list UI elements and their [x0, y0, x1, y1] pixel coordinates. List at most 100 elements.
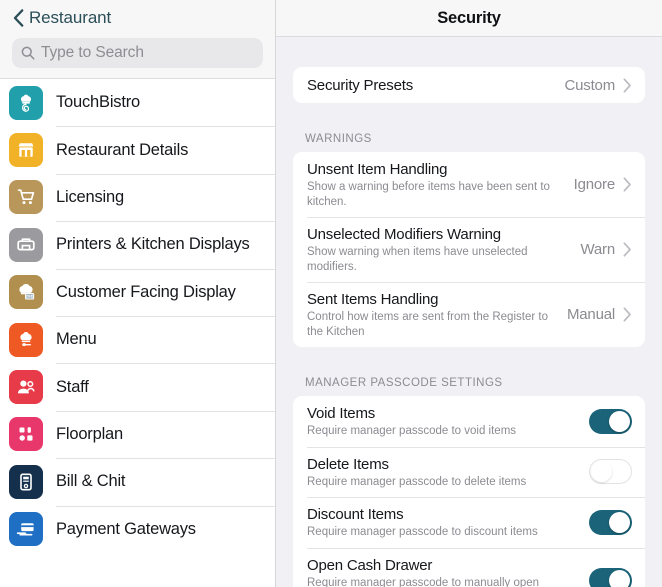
row-text: Unselected Modifiers Warning Show warnin… — [307, 217, 581, 282]
detail-pane: Security Security Presets Custom WARNING… — [276, 0, 662, 587]
sidebar-item-label: Menu — [56, 330, 97, 349]
sidebar-item-bill-chit[interactable]: Bill & Chit — [0, 458, 275, 506]
row-title: Unselected Modifiers Warning — [307, 226, 501, 243]
back-button-label: Restaurant — [29, 8, 112, 27]
sidebar-item-label: Licensing — [56, 187, 124, 206]
row-accessory: Ignore — [574, 176, 632, 193]
detail-header: Security — [276, 0, 662, 37]
toggle-delete-items[interactable] — [589, 459, 632, 485]
floorplan-tables-icon — [9, 417, 43, 452]
search-placeholder: Type to Search — [41, 44, 144, 61]
row-value: Ignore — [573, 176, 616, 193]
toggle-discount-items[interactable] — [589, 509, 632, 535]
sidebar: Restaurant Type to Search TouchBistro Re… — [0, 0, 276, 587]
sidebar-item-menu[interactable]: Menu — [0, 315, 275, 364]
sidebar-list: TouchBistro Restaurant Details Licensing… — [0, 79, 275, 587]
row-subtitle: Require manager passcode to void items — [307, 425, 517, 437]
row-delete-items[interactable]: Delete Items Require manager passcode to… — [293, 446, 645, 498]
sidebar-item-label: Payment Gateways — [56, 519, 196, 538]
row-title: Unsent Item Handling — [307, 161, 448, 178]
toggle-knob — [591, 461, 612, 483]
row-accessory — [589, 567, 632, 587]
sidebar-item-label: Customer Facing Display — [56, 282, 236, 301]
row-accessory: Manual — [567, 306, 632, 323]
sidebar-item-label: Restaurant Details — [56, 140, 189, 159]
search-icon — [21, 46, 35, 60]
search-bar[interactable]: Type to Search — [0, 36, 275, 68]
row-open-cash-drawer[interactable]: Open Cash Drawer Require manager passcod… — [293, 547, 645, 587]
toggle-knob — [609, 511, 630, 533]
row-title: Discount Items — [307, 506, 404, 523]
warnings-card: Unsent Item Handling Show a warning befo… — [293, 152, 645, 347]
svg-text:CFD: CFD — [26, 294, 34, 299]
row-unsent-item-handling[interactable]: Unsent Item Handling Show a warning befo… — [293, 152, 645, 217]
row-subtitle: Require manager passcode to manually ope… — [307, 576, 540, 587]
row-subtitle: Show a warning before items have been se… — [307, 181, 550, 208]
sidebar-item-licensing[interactable]: Licensing — [0, 173, 275, 222]
toggle-knob — [609, 410, 630, 432]
row-title: Delete Items — [307, 455, 389, 473]
row-title: Sent Items Handling — [307, 291, 439, 308]
row-security-presets[interactable]: Security Presets Custom — [293, 67, 645, 103]
row-accessory — [589, 509, 632, 535]
row-void-items[interactable]: Void Items Require manager passcode to v… — [293, 396, 645, 447]
chevron-right-icon — [623, 242, 631, 257]
sidebar-item-label: Printers & Kitchen Displays — [56, 235, 250, 254]
sidebar-item-printers-kitchen-displays[interactable]: Printers & Kitchen Displays — [0, 221, 275, 269]
row-subtitle: Require manager passcode to discount ite… — [307, 526, 538, 538]
chevron-right-icon — [623, 77, 631, 93]
sidebar-item-label: Bill & Chit — [56, 472, 126, 491]
row-text: Open Cash Drawer Require manager passcod… — [307, 548, 589, 587]
sidebar-item-label: TouchBistro — [56, 93, 141, 112]
toggle-open-cash-drawer[interactable] — [589, 567, 632, 587]
chef-hat-spoon-icon — [9, 322, 43, 357]
toggle-void-items[interactable] — [589, 408, 632, 434]
sidebar-item-label: Floorplan — [56, 424, 123, 443]
row-text: Discount Items Require manager passcode … — [307, 497, 589, 548]
sidebar-item-touchbistro[interactable]: TouchBistro — [0, 79, 275, 127]
row-text: Security Presets — [307, 68, 565, 103]
row-accessory: Custom — [565, 77, 632, 94]
row-sent-items-handling[interactable]: Sent Items Handling Control how items ar… — [293, 282, 645, 347]
row-text: Sent Items Handling Control how items ar… — [307, 282, 567, 347]
row-unselected-modifiers-warning[interactable]: Unselected Modifiers Warning Show warnin… — [293, 217, 645, 282]
sidebar-item-floorplan[interactable]: Floorplan — [0, 410, 275, 459]
sidebar-item-payment-gateways[interactable]: Payment Gateways — [0, 505, 275, 553]
row-subtitle: Control how items are sent from the Regi… — [307, 311, 548, 338]
chef-hat-cfd-icon: CFD — [9, 275, 43, 310]
credit-card-hand-icon — [9, 512, 43, 547]
chevron-right-icon — [623, 177, 631, 192]
sidebar-item-label: Staff — [56, 377, 89, 396]
row-title: Void Items — [307, 405, 376, 422]
section-header-warnings: WARNINGS — [305, 133, 372, 145]
row-accessory — [589, 408, 632, 434]
detail-content: Security Presets Custom WARNINGS Unsent … — [276, 37, 662, 587]
row-text: Unsent Item Handling Show a warning befo… — [307, 152, 574, 217]
back-button[interactable]: Restaurant — [0, 0, 275, 36]
chevron-right-icon — [623, 307, 631, 322]
sidebar-item-customer-facing-display[interactable]: CFD Customer Facing Display — [0, 268, 275, 316]
shopping-cart-icon — [9, 180, 43, 215]
row-text: Delete Items Require manager passcode to… — [307, 447, 589, 498]
manager-passcode-card: Void Items Require manager passcode to v… — [293, 396, 645, 587]
toggle-knob — [609, 569, 630, 587]
sidebar-item-restaurant-details[interactable]: Restaurant Details — [0, 126, 275, 174]
row-text: Void Items Require manager passcode to v… — [307, 396, 589, 447]
printer-icon — [9, 227, 43, 262]
search-input[interactable]: Type to Search — [12, 38, 263, 68]
row-subtitle: Show warning when items have unselected … — [307, 246, 528, 273]
row-accessory: Warn — [581, 241, 632, 258]
row-value: Custom — [564, 76, 616, 94]
sidebar-item-staff[interactable]: Staff — [0, 363, 275, 411]
row-discount-items[interactable]: Discount Items Require manager passcode … — [293, 497, 645, 548]
row-title: Open Cash Drawer — [307, 556, 433, 574]
people-icon — [9, 370, 43, 405]
sidebar-header: Restaurant Type to Search — [0, 0, 275, 79]
security-presets-card: Security Presets Custom — [293, 67, 645, 103]
receipt-device-icon — [9, 464, 43, 499]
row-subtitle: Require manager passcode to delete items — [307, 475, 527, 488]
row-accessory — [589, 459, 632, 485]
